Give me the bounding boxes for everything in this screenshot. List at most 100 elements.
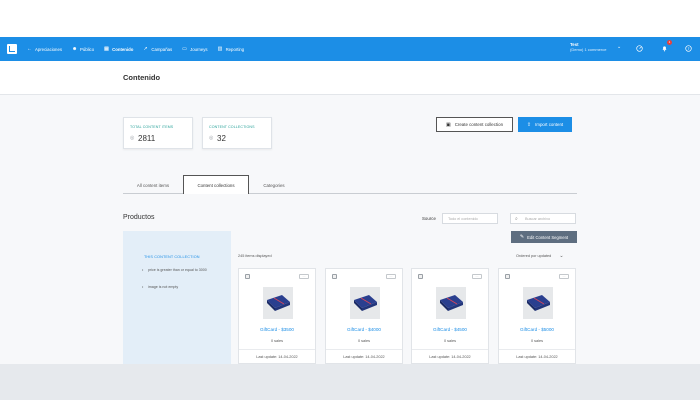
giftcard-image-icon — [354, 295, 377, 311]
nav-menu: ← Apreciaciones ☻ Público ▤ Contenido ↗ … — [27, 47, 254, 52]
collection-icon: ◎ — [209, 135, 214, 141]
edit-icon: ✎ — [519, 234, 525, 240]
button-label: Create content collection — [454, 122, 504, 127]
product-image — [523, 287, 553, 319]
stat-label: TOTAL CONTENT ITEMS — [130, 125, 174, 129]
rule-text: price is greater than or equal to 3000 — [148, 268, 207, 272]
product-image — [436, 287, 466, 319]
collection-rules-panel: THIS CONTENT COLLECTION • price is great… — [123, 231, 231, 364]
panel-title: THIS CONTENT COLLECTION — [144, 255, 200, 259]
sort-dropdown[interactable]: Ordered por updated ⌄ — [516, 253, 564, 259]
chart-icon: ▥ — [217, 46, 223, 52]
divider — [412, 349, 488, 350]
product-image — [350, 287, 380, 319]
help-icon[interactable]: ? — [684, 44, 692, 52]
nav-item-apreciaciones[interactable]: ← Apreciaciones — [27, 47, 62, 52]
bell-icon[interactable] — [660, 44, 668, 52]
divider — [326, 349, 402, 350]
product-image — [263, 287, 293, 319]
select-checkbox[interactable] — [332, 274, 337, 279]
divider — [499, 349, 575, 350]
nav-item-publico[interactable]: ☻ Público — [72, 47, 94, 52]
account-switcher[interactable]: Test (Demo) 1 commerce — [570, 42, 606, 52]
stat-value: 32 — [217, 134, 226, 143]
product-card[interactable]: ··· GiftCard - $4000 0 sales Last update: 1… — [325, 268, 403, 364]
page-header — [0, 61, 700, 95]
product-last-update: Last update: 14-04-2022 — [256, 355, 298, 359]
content-icon: ▤ — [104, 46, 109, 52]
nav-item-label: Apreciaciones — [35, 46, 62, 52]
stat-value: 2811 — [138, 134, 156, 143]
gauge-icon[interactable] — [635, 44, 643, 52]
nav-item-contenido[interactable]: ▤ Contenido — [104, 47, 133, 52]
button-label: Edit Content Segment — [527, 234, 569, 240]
nav-item-campanas[interactable]: ↗ Campañas — [143, 47, 172, 52]
rule-text: image is not empty — [148, 285, 179, 289]
product-sales: 0 sales — [270, 339, 284, 343]
send-icon: ↗ — [143, 46, 148, 52]
search-input[interactable]: ⌕ Buscar archivo — [510, 213, 576, 224]
tab-all-content-items[interactable]: All content items — [123, 176, 183, 194]
page-title: Contenido — [123, 73, 161, 82]
cube-icon: ◎ — [130, 135, 135, 141]
product-sales: 0 sales — [443, 339, 457, 343]
content-tabs: All content items Content collections Ca… — [123, 175, 577, 194]
product-sales: 0 sales — [530, 339, 544, 343]
product-last-update: Last update: 14-04-2022 — [343, 355, 385, 359]
product-name[interactable]: GiftCard - $5000 — [499, 327, 575, 332]
nav-item-label: Contenido — [112, 46, 134, 52]
bullet: • — [142, 285, 144, 289]
tab-content-collections[interactable]: Content collections — [183, 175, 249, 194]
app-window: ← Apreciaciones ☻ Público ▤ Contenido ↗ … — [0, 0, 700, 364]
nav-item-reporting[interactable]: ▥ Reporting — [218, 47, 245, 52]
more-options-icon[interactable]: ··· — [299, 274, 309, 279]
upload-icon: ⇪ — [526, 121, 532, 128]
journey-icon: ▭ — [182, 46, 187, 52]
nav-item-journeys[interactable]: ▭ Journeys — [182, 47, 207, 52]
account-subtitle: (Demo) 1 commerce — [570, 47, 607, 52]
search-icon: ⌕ — [515, 216, 518, 222]
top-whitespace — [0, 0, 700, 37]
stat-label: CONTENT COLLECTIONS — [209, 125, 255, 129]
svg-text:?: ? — [687, 46, 689, 50]
button-label: Import content — [535, 122, 564, 127]
select-checkbox[interactable] — [505, 274, 510, 279]
collection-title: Productos — [123, 214, 155, 221]
more-options-icon[interactable]: ··· — [386, 274, 396, 279]
stat-card-collections: CONTENT COLLECTIONS ◎ 32 — [202, 117, 272, 149]
nav-item-label: Campañas — [151, 46, 173, 52]
more-options-icon[interactable]: ··· — [559, 274, 569, 279]
product-card[interactable]: ··· GiftCard - $3500 0 sales Last update: 1… — [238, 268, 316, 364]
items-count: 245 items displayed — [238, 254, 272, 258]
giftcard-image-icon — [440, 295, 463, 311]
notification-badge: 1 — [667, 40, 672, 45]
import-content-button[interactable]: ⇪ Import content — [518, 117, 572, 132]
edit-segment-button[interactable]: ✎ Edit Content Segment — [511, 231, 577, 243]
search-placeholder: Buscar archivo — [525, 217, 551, 221]
create-collection-button[interactable]: ▣ Create content collection — [436, 117, 513, 132]
divider — [239, 349, 315, 350]
chevron-down-icon: ⌄ — [559, 253, 564, 259]
page-footer-area — [0, 364, 700, 400]
chevron-down-icon[interactable]: ⌄ — [617, 44, 621, 50]
more-options-icon[interactable]: ··· — [472, 274, 482, 279]
tab-categories[interactable]: Categories — [249, 176, 299, 194]
source-select[interactable]: Todo el contenido — [442, 213, 498, 224]
select-checkbox[interactable] — [418, 274, 423, 279]
nav-item-label: Público — [80, 46, 95, 52]
nav-item-label: Journeys — [190, 46, 208, 52]
bullet: • — [142, 268, 144, 272]
app-logo[interactable] — [7, 44, 17, 54]
product-name[interactable]: GiftCard - $3500 — [239, 327, 315, 332]
product-card[interactable]: ··· GiftCard - $5000 0 sales Last update: 1… — [498, 268, 576, 364]
collection-add-icon: ▣ — [445, 121, 451, 128]
product-last-update: Last update: 14-04-2022 — [429, 355, 471, 359]
product-card[interactable]: ··· GiftCard - $4500 0 sales Last update: 1… — [411, 268, 489, 364]
stat-card-total-items: TOTAL CONTENT ITEMS ◎ 2811 — [123, 117, 193, 149]
giftcard-image-icon — [527, 295, 550, 311]
product-last-update: Last update: 14-04-2022 — [516, 355, 558, 359]
select-checkbox[interactable] — [245, 274, 250, 279]
product-name[interactable]: GiftCard - $4000 — [326, 327, 402, 332]
product-name[interactable]: GiftCard - $4500 — [412, 327, 488, 332]
source-label: Source — [422, 216, 436, 221]
